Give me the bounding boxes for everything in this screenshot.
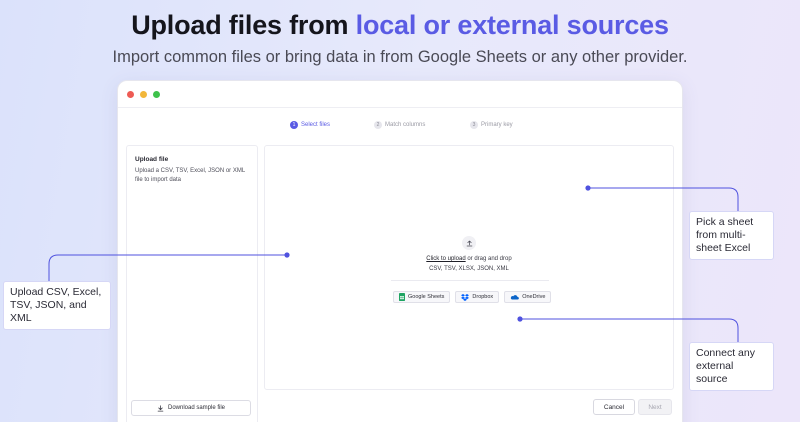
onedrive-label: OneDrive bbox=[522, 294, 546, 300]
step-number: 2 bbox=[374, 121, 382, 129]
upload-icon bbox=[462, 236, 476, 250]
callout-external-source: Connect any external source bbox=[689, 342, 774, 391]
provider-buttons: Google Sheets Dropbox OneDrive bbox=[393, 291, 556, 303]
maximize-window-button[interactable] bbox=[153, 91, 160, 98]
next-button[interactable]: Next bbox=[638, 399, 672, 415]
window-titlebar bbox=[118, 81, 682, 108]
hero-title: Upload files from local or external sour… bbox=[0, 10, 800, 41]
import-stepper: 1 Select files 2 Match columns 3 Primary… bbox=[118, 121, 682, 135]
download-sample-label: Download sample file bbox=[167, 405, 226, 411]
cancel-button[interactable]: Cancel bbox=[593, 399, 635, 415]
step-number: 1 bbox=[290, 121, 298, 129]
google-sheets-button[interactable]: Google Sheets bbox=[393, 291, 451, 303]
onedrive-button[interactable]: OneDrive bbox=[504, 291, 552, 303]
drag-drop-text: or drag and drop bbox=[465, 256, 512, 262]
upload-instructions: Click to upload or drag and drop bbox=[265, 256, 673, 262]
callout-upload-formats: Upload CSV, Excel, TSV, JSON, and XML bbox=[3, 281, 111, 330]
hero-title-prefix: Upload files from bbox=[131, 10, 356, 40]
step-primary-key[interactable]: 3 Primary key bbox=[470, 121, 513, 129]
upload-panel-title: Upload file bbox=[135, 156, 169, 163]
step-label: Primary key bbox=[481, 122, 513, 128]
step-match-columns[interactable]: 2 Match columns bbox=[374, 121, 425, 129]
divider bbox=[391, 280, 549, 281]
google-sheets-label: Google Sheets bbox=[408, 294, 445, 300]
dropbox-button[interactable]: Dropbox bbox=[455, 291, 500, 303]
click-to-upload-link[interactable]: Click to upload bbox=[426, 256, 465, 262]
upload-panel-description: Upload a CSV, TSV, Excel, JSON or XML fi… bbox=[135, 168, 245, 183]
upload-info-panel: Upload file Upload a CSV, TSV, Excel, JS… bbox=[126, 145, 258, 422]
onedrive-icon bbox=[511, 295, 520, 300]
step-label: Select files bbox=[301, 122, 331, 128]
dropbox-icon bbox=[461, 293, 470, 301]
supported-formats: CSV, TSV, XLSX, JSON, XML bbox=[429, 266, 509, 272]
dialog-footer: Cancel Next bbox=[264, 399, 674, 419]
hero-subtitle: Import common files or bring data in fro… bbox=[112, 48, 688, 66]
google-sheets-icon bbox=[399, 293, 405, 301]
close-window-button[interactable] bbox=[127, 91, 134, 98]
minimize-window-button[interactable] bbox=[140, 91, 147, 98]
step-number: 3 bbox=[470, 121, 478, 129]
dropbox-label: Dropbox bbox=[472, 294, 494, 300]
callout-sheet-picker: Pick a sheet from multi-sheet Excel bbox=[689, 211, 774, 260]
download-icon bbox=[157, 404, 164, 412]
app-window: 1 Select files 2 Match columns 3 Primary… bbox=[117, 80, 683, 422]
download-sample-button[interactable]: Download sample file bbox=[131, 400, 251, 416]
step-select-files[interactable]: 1 Select files bbox=[290, 121, 330, 129]
step-label: Match columns bbox=[385, 122, 426, 128]
file-dropzone[interactable]: Click to upload or drag and drop CSV, TS… bbox=[264, 145, 674, 390]
hero-title-accent: local or external sources bbox=[355, 10, 669, 40]
